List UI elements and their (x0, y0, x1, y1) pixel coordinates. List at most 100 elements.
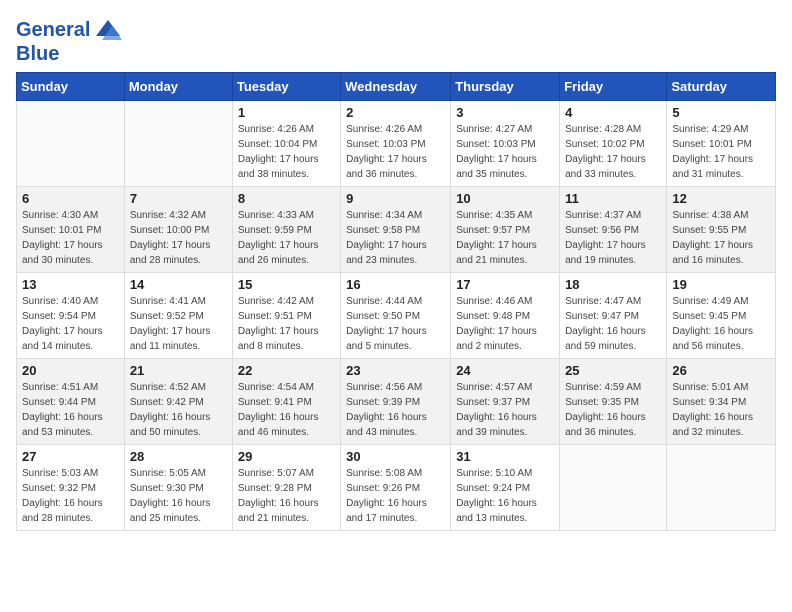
calendar-cell: 19 Sunrise: 4:49 AM Sunset: 9:45 PM Dayli… (667, 273, 776, 359)
day-number: 27 (22, 449, 119, 464)
calendar-cell: 26 Sunrise: 5:01 AM Sunset: 9:34 PM Dayli… (667, 359, 776, 445)
day-info: Sunrise: 4:32 AM Sunset: 10:00 PM Daylig… (130, 208, 227, 268)
day-number: 4 (565, 105, 661, 120)
day-info: Sunrise: 4:35 AM Sunset: 9:57 PM Dayligh… (456, 208, 554, 268)
calendar-cell: 4Sunrise: 4:28 AM Sunset: 10:02 PM Dayli… (560, 101, 667, 187)
day-info: Sunrise: 4:59 AM Sunset: 9:35 PM Dayligh… (565, 380, 661, 440)
weekday-header: Sunday (17, 73, 125, 101)
day-info: Sunrise: 4:41 AM Sunset: 9:52 PM Dayligh… (130, 294, 227, 354)
day-info: Sunrise: 5:05 AM Sunset: 9:30 PM Dayligh… (130, 466, 227, 526)
day-number: 23 (346, 363, 445, 378)
logo-blue: Blue (16, 44, 122, 64)
calendar-cell: 16 Sunrise: 4:44 AM Sunset: 9:50 PM Dayli… (341, 273, 451, 359)
weekday-header: Wednesday (341, 73, 451, 101)
page-header: General Blue (16, 16, 776, 64)
day-number: 29 (238, 449, 335, 464)
day-number: 15 (238, 277, 335, 292)
day-info: Sunrise: 4:38 AM Sunset: 9:55 PM Dayligh… (672, 208, 770, 268)
day-info: Sunrise: 5:01 AM Sunset: 9:34 PM Dayligh… (672, 380, 770, 440)
calendar-cell: 17 Sunrise: 4:46 AM Sunset: 9:48 PM Dayli… (451, 273, 560, 359)
day-info: Sunrise: 4:54 AM Sunset: 9:41 PM Dayligh… (238, 380, 335, 440)
day-number: 18 (565, 277, 661, 292)
day-number: 31 (456, 449, 554, 464)
day-number: 28 (130, 449, 227, 464)
day-info: Sunrise: 4:40 AM Sunset: 9:54 PM Dayligh… (22, 294, 119, 354)
calendar-cell (667, 445, 776, 531)
calendar-cell: 31 Sunrise: 5:10 AM Sunset: 9:24 PM Dayli… (451, 445, 560, 531)
calendar-cell: 2Sunrise: 4:26 AM Sunset: 10:03 PM Dayli… (341, 101, 451, 187)
day-number: 11 (565, 191, 661, 206)
calendar-cell: 7 Sunrise: 4:32 AM Sunset: 10:00 PM Dayli… (124, 187, 232, 273)
day-info: Sunrise: 4:56 AM Sunset: 9:39 PM Dayligh… (346, 380, 445, 440)
day-number: 30 (346, 449, 445, 464)
calendar-table: SundayMondayTuesdayWednesdayThursdayFrid… (16, 72, 776, 531)
day-number: 8 (238, 191, 335, 206)
calendar-cell: 28 Sunrise: 5:05 AM Sunset: 9:30 PM Dayli… (124, 445, 232, 531)
day-info: Sunrise: 5:08 AM Sunset: 9:26 PM Dayligh… (346, 466, 445, 526)
calendar-cell: 1 Sunrise: 4:26 AM Sunset: 10:04 PM Dayli… (232, 101, 340, 187)
calendar-cell: 25Sunrise: 4:59 AM Sunset: 9:35 PM Dayli… (560, 359, 667, 445)
day-info: Sunrise: 4:47 AM Sunset: 9:47 PM Dayligh… (565, 294, 661, 354)
calendar-week-row: 27 Sunrise: 5:03 AM Sunset: 9:32 PM Dayli… (17, 445, 776, 531)
calendar-cell (124, 101, 232, 187)
calendar-cell: 9Sunrise: 4:34 AM Sunset: 9:58 PM Daylig… (341, 187, 451, 273)
day-number: 12 (672, 191, 770, 206)
day-info: Sunrise: 5:03 AM Sunset: 9:32 PM Dayligh… (22, 466, 119, 526)
calendar-week-row: 6Sunrise: 4:30 AM Sunset: 10:01 PM Dayli… (17, 187, 776, 273)
day-number: 16 (346, 277, 445, 292)
calendar-cell: 22 Sunrise: 4:54 AM Sunset: 9:41 PM Dayli… (232, 359, 340, 445)
day-info: Sunrise: 4:44 AM Sunset: 9:50 PM Dayligh… (346, 294, 445, 354)
weekday-header: Friday (560, 73, 667, 101)
day-number: 21 (130, 363, 227, 378)
day-number: 3 (456, 105, 554, 120)
weekday-header: Monday (124, 73, 232, 101)
day-info: Sunrise: 4:33 AM Sunset: 9:59 PM Dayligh… (238, 208, 335, 268)
day-info: Sunrise: 4:46 AM Sunset: 9:48 PM Dayligh… (456, 294, 554, 354)
day-number: 17 (456, 277, 554, 292)
calendar-cell: 27 Sunrise: 5:03 AM Sunset: 9:32 PM Dayli… (17, 445, 125, 531)
calendar-cell (560, 445, 667, 531)
day-number: 14 (130, 277, 227, 292)
weekday-header: Saturday (667, 73, 776, 101)
day-number: 9 (346, 191, 445, 206)
calendar-cell: 20Sunrise: 4:51 AM Sunset: 9:44 PM Dayli… (17, 359, 125, 445)
day-number: 7 (130, 191, 227, 206)
day-info: Sunrise: 4:49 AM Sunset: 9:45 PM Dayligh… (672, 294, 770, 354)
calendar-cell: 18 Sunrise: 4:47 AM Sunset: 9:47 PM Dayli… (560, 273, 667, 359)
day-info: Sunrise: 4:26 AM Sunset: 10:04 PM Daylig… (238, 122, 335, 182)
logo-text: General (16, 19, 90, 41)
day-number: 24 (456, 363, 554, 378)
day-number: 1 (238, 105, 335, 120)
calendar-cell: 3Sunrise: 4:27 AM Sunset: 10:03 PM Dayli… (451, 101, 560, 187)
day-info: Sunrise: 4:30 AM Sunset: 10:01 PM Daylig… (22, 208, 119, 268)
calendar-cell: 10 Sunrise: 4:35 AM Sunset: 9:57 PM Dayli… (451, 187, 560, 273)
calendar-cell: 24 Sunrise: 4:57 AM Sunset: 9:37 PM Dayli… (451, 359, 560, 445)
day-info: Sunrise: 5:10 AM Sunset: 9:24 PM Dayligh… (456, 466, 554, 526)
calendar-cell: 5 Sunrise: 4:29 AM Sunset: 10:01 PM Dayli… (667, 101, 776, 187)
calendar-week-row: 13 Sunrise: 4:40 AM Sunset: 9:54 PM Dayli… (17, 273, 776, 359)
day-number: 22 (238, 363, 335, 378)
calendar-cell (17, 101, 125, 187)
calendar-cell: 14 Sunrise: 4:41 AM Sunset: 9:52 PM Dayli… (124, 273, 232, 359)
logo-icon (94, 16, 122, 44)
day-number: 10 (456, 191, 554, 206)
day-info: Sunrise: 4:57 AM Sunset: 9:37 PM Dayligh… (456, 380, 554, 440)
calendar-cell: 15 Sunrise: 4:42 AM Sunset: 9:51 PM Dayli… (232, 273, 340, 359)
day-info: Sunrise: 4:37 AM Sunset: 9:56 PM Dayligh… (565, 208, 661, 268)
day-number: 13 (22, 277, 119, 292)
calendar-cell: 6Sunrise: 4:30 AM Sunset: 10:01 PM Dayli… (17, 187, 125, 273)
day-number: 2 (346, 105, 445, 120)
day-info: Sunrise: 4:51 AM Sunset: 9:44 PM Dayligh… (22, 380, 119, 440)
calendar-cell: 8 Sunrise: 4:33 AM Sunset: 9:59 PM Daylig… (232, 187, 340, 273)
logo: General Blue (16, 16, 122, 64)
day-info: Sunrise: 4:42 AM Sunset: 9:51 PM Dayligh… (238, 294, 335, 354)
day-info: Sunrise: 4:29 AM Sunset: 10:01 PM Daylig… (672, 122, 770, 182)
weekday-header: Tuesday (232, 73, 340, 101)
day-number: 5 (672, 105, 770, 120)
calendar-cell: 21Sunrise: 4:52 AM Sunset: 9:42 PM Dayli… (124, 359, 232, 445)
day-number: 26 (672, 363, 770, 378)
calendar-week-row: 20Sunrise: 4:51 AM Sunset: 9:44 PM Dayli… (17, 359, 776, 445)
calendar-cell: 29Sunrise: 5:07 AM Sunset: 9:28 PM Dayli… (232, 445, 340, 531)
calendar-week-row: 1 Sunrise: 4:26 AM Sunset: 10:04 PM Dayli… (17, 101, 776, 187)
day-number: 19 (672, 277, 770, 292)
